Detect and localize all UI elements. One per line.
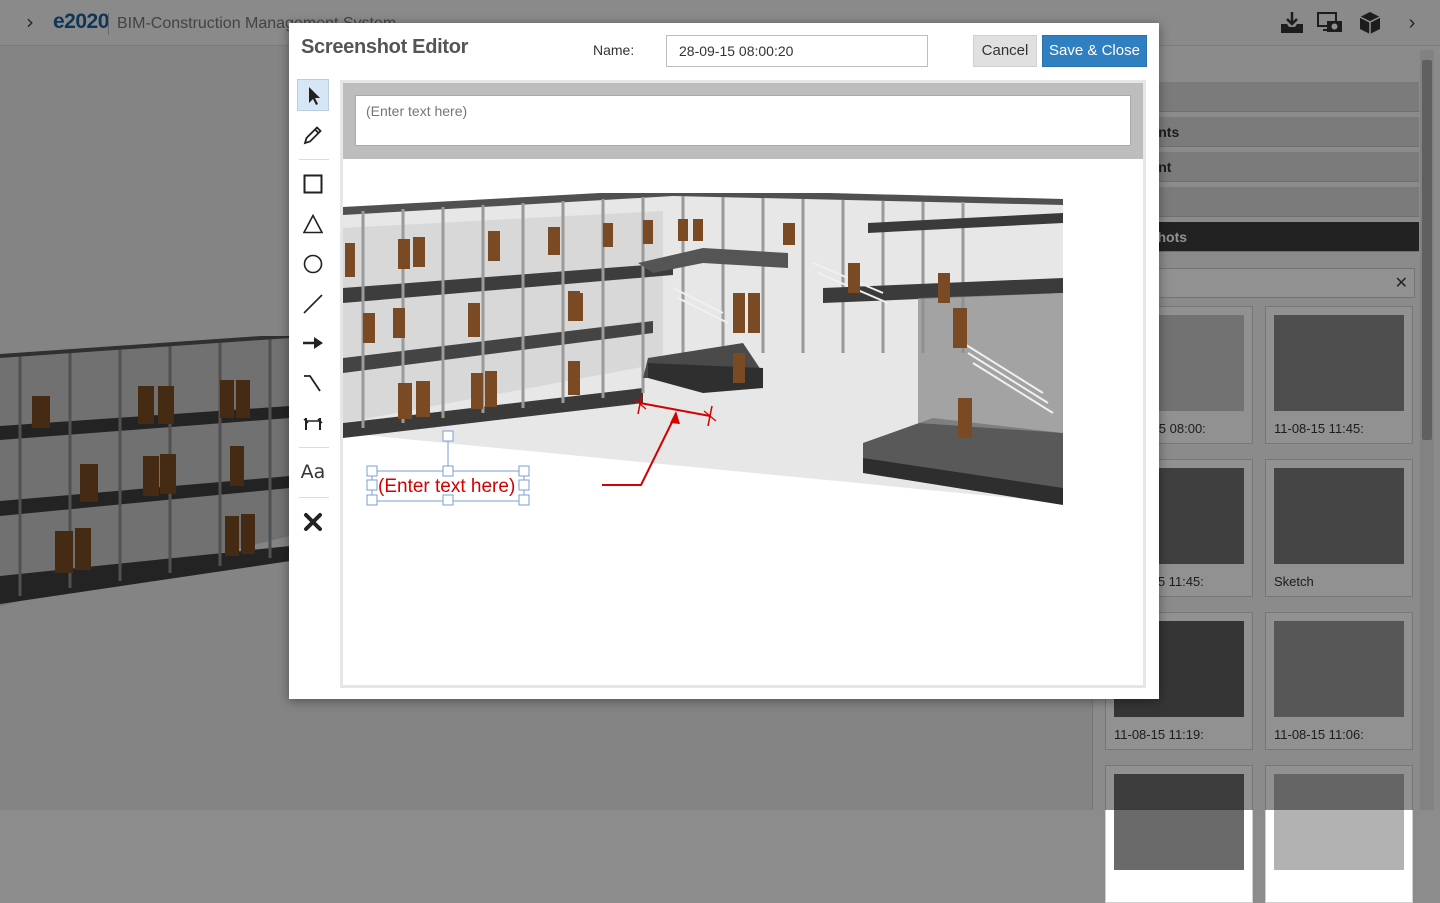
triangle-tool[interactable] — [297, 208, 329, 240]
circle-tool[interactable] — [297, 248, 329, 280]
arrow-tool[interactable] — [297, 327, 329, 359]
annotation-text[interactable]: (Enter text here) — [378, 476, 515, 498]
text-icon: Aa — [300, 461, 326, 483]
annotation-layer — [366, 393, 717, 506]
line-tool[interactable] — [297, 288, 329, 320]
delete-tool[interactable] — [297, 506, 329, 538]
polyline-icon — [304, 375, 321, 392]
line-icon — [303, 294, 323, 314]
cursor-icon — [309, 87, 320, 105]
annotation-arrowhead — [670, 411, 680, 424]
toolbar-divider — [299, 159, 329, 160]
square-icon — [303, 174, 323, 194]
polyline-tool[interactable] — [297, 367, 329, 399]
drawing-canvas[interactable]: (Enter text here) — [340, 80, 1146, 688]
screenshot-editor-dialog: Screenshot Editor Name: Cancel Save & Cl… — [289, 23, 1159, 699]
dialog-title: Screenshot Editor — [301, 36, 469, 58]
circle-icon — [303, 254, 323, 274]
dimension-icon — [303, 418, 323, 430]
text-tool[interactable]: Aa — [297, 457, 329, 489]
triangle-icon — [303, 214, 323, 234]
name-label: Name: — [593, 42, 635, 58]
cancel-button[interactable]: Cancel — [973, 35, 1037, 67]
save-close-button[interactable]: Save & Close — [1042, 35, 1147, 67]
delete-icon — [304, 513, 322, 531]
toolbar-divider — [299, 497, 329, 498]
pencil-tool[interactable] — [297, 119, 329, 151]
annotation-arrow[interactable] — [602, 413, 677, 486]
name-input[interactable] — [666, 35, 928, 67]
pencil-icon — [303, 126, 322, 145]
toolbar-divider — [299, 447, 329, 448]
select-tool[interactable] — [297, 79, 329, 111]
dimension-tool[interactable] — [297, 407, 329, 439]
rectangle-tool[interactable] — [297, 168, 329, 200]
arrow-icon — [303, 337, 323, 349]
